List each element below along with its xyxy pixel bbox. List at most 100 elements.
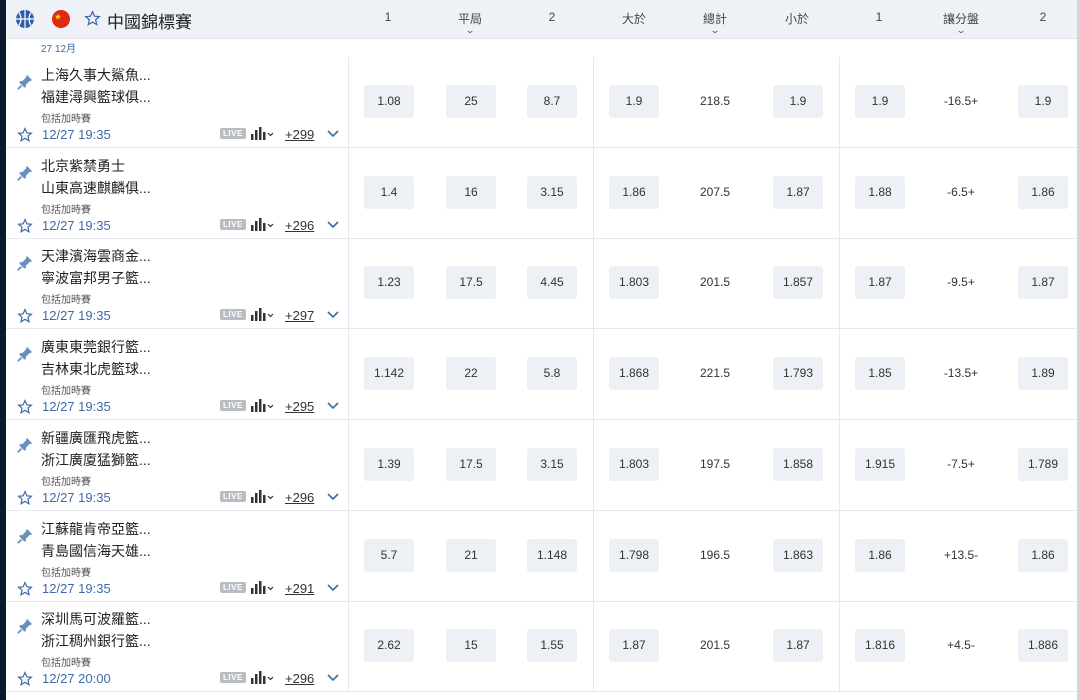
odds-button[interactable]: 1.142 <box>364 357 414 391</box>
pin-icon[interactable] <box>16 345 34 363</box>
home-team-name[interactable]: 天津濱海雲商金... <box>41 246 151 266</box>
pin-icon[interactable] <box>16 527 34 545</box>
odds-button[interactable]: 1.85 <box>855 357 905 391</box>
odds-button[interactable]: 1.55 <box>527 629 577 663</box>
favorite-star-icon[interactable] <box>17 671 33 687</box>
away-team-name[interactable]: 吉林東北虎籃球... <box>41 359 151 379</box>
stats-icon[interactable] <box>250 488 276 504</box>
favorite-star-icon[interactable] <box>17 308 33 324</box>
favorite-star-icon[interactable] <box>17 127 33 143</box>
stats-icon[interactable] <box>250 579 276 595</box>
more-markets-link[interactable]: +291 <box>285 581 314 596</box>
stats-icon[interactable] <box>250 669 276 685</box>
odds-button[interactable]: 1.4 <box>364 175 414 209</box>
favorite-star-icon[interactable] <box>17 399 33 415</box>
odds-button[interactable]: 1.803 <box>609 447 659 481</box>
odds-button[interactable]: 1.803 <box>609 266 659 300</box>
home-team-name[interactable]: 廣東東莞銀行籃... <box>41 337 151 357</box>
odds-button[interactable]: 1.88 <box>855 175 905 209</box>
odds-button[interactable]: 1.9 <box>609 85 659 118</box>
odds-button[interactable]: 1.9 <box>773 85 823 118</box>
away-team-name[interactable]: 山東高速麒麟俱... <box>41 178 151 198</box>
home-team-name[interactable]: 新疆廣匯飛虎籃... <box>41 428 151 448</box>
odds-button[interactable]: 1.08 <box>364 85 414 118</box>
odds-button[interactable]: 16 <box>446 175 496 209</box>
col-header-handicap[interactable]: 讓分盤 ⌄ <box>921 10 1001 35</box>
more-markets-link[interactable]: +297 <box>285 308 314 323</box>
odds-button[interactable]: 1.798 <box>609 538 659 572</box>
more-markets-link[interactable]: +296 <box>285 218 314 233</box>
more-markets-link[interactable]: +296 <box>285 671 314 686</box>
stats-icon[interactable] <box>250 125 276 141</box>
odds-button[interactable]: 1.858 <box>773 447 823 481</box>
away-team-name[interactable]: 寧波富邦男子籃... <box>41 268 151 288</box>
odds-button[interactable]: 5.7 <box>364 538 414 572</box>
odds-button[interactable]: 21 <box>446 538 496 572</box>
odds-button[interactable]: 1.886 <box>1018 629 1068 663</box>
odds-button[interactable]: 17.5 <box>446 447 496 481</box>
chevron-down-icon[interactable] <box>327 220 339 230</box>
stats-icon[interactable] <box>250 216 276 232</box>
favorite-star-icon[interactable] <box>17 580 33 597</box>
stats-icon[interactable] <box>250 397 276 413</box>
odds-button[interactable]: 1.87 <box>773 175 823 209</box>
odds-button[interactable]: 8.7 <box>527 85 577 118</box>
odds-button[interactable]: 3.15 <box>527 447 577 481</box>
odds-button[interactable]: 25 <box>446 85 496 118</box>
col-header-total[interactable]: 總計 ⌄ <box>675 10 755 35</box>
chevron-down-icon[interactable] <box>327 673 339 683</box>
odds-button[interactable]: 15 <box>446 629 496 663</box>
chevron-down-icon[interactable] <box>327 310 339 320</box>
away-team-name[interactable]: 福建潯興籃球俱... <box>41 87 151 107</box>
away-team-name[interactable]: 浙江稠州銀行籃... <box>41 631 151 651</box>
favorite-league-star-icon[interactable] <box>84 10 101 27</box>
home-team-name[interactable]: 北京紫禁勇士 <box>41 156 125 176</box>
odds-button[interactable]: 1.86 <box>1018 538 1068 572</box>
home-team-name[interactable]: 深圳馬可波羅籃... <box>41 609 151 629</box>
odds-button[interactable]: 1.86 <box>1018 175 1068 209</box>
chevron-down-icon[interactable] <box>327 129 339 139</box>
pin-icon[interactable] <box>16 73 34 91</box>
odds-button[interactable]: 22 <box>446 357 496 391</box>
odds-button[interactable]: 1.86 <box>855 538 905 572</box>
away-team-name[interactable]: 浙江廣廈猛獅籃... <box>41 450 151 470</box>
home-team-name[interactable]: 上海久事大鯊魚... <box>41 65 151 85</box>
odds-button[interactable]: 1.87 <box>773 629 823 663</box>
odds-button[interactable]: 1.9 <box>855 85 905 118</box>
chevron-down-icon[interactable] <box>327 492 339 502</box>
favorite-star-icon[interactable] <box>17 489 33 506</box>
pin-icon[interactable] <box>16 617 34 635</box>
odds-button[interactable]: 1.9 <box>1018 85 1068 118</box>
pin-icon[interactable] <box>16 436 34 454</box>
odds-button[interactable]: 1.915 <box>855 447 905 481</box>
odds-button[interactable]: 1.868 <box>609 357 659 391</box>
odds-button[interactable]: 1.863 <box>773 538 823 572</box>
odds-button[interactable]: 1.789 <box>1018 447 1068 481</box>
odds-button[interactable]: 1.816 <box>855 629 905 663</box>
stats-icon[interactable] <box>250 306 276 322</box>
odds-button[interactable]: 1.39 <box>364 447 414 481</box>
odds-button[interactable]: 1.23 <box>364 266 414 300</box>
odds-button[interactable]: 1.87 <box>609 629 659 663</box>
chevron-down-icon[interactable] <box>327 583 339 593</box>
chevron-down-icon[interactable] <box>327 401 339 411</box>
more-markets-link[interactable]: +295 <box>285 399 314 414</box>
odds-button[interactable]: 4.45 <box>527 266 577 300</box>
odds-button[interactable]: 1.87 <box>1018 266 1068 300</box>
odds-button[interactable]: 1.857 <box>773 266 823 300</box>
odds-button[interactable]: 3.15 <box>527 175 577 209</box>
odds-button[interactable]: 2.62 <box>364 629 414 663</box>
more-markets-link[interactable]: +299 <box>285 127 314 142</box>
pin-icon[interactable] <box>16 164 34 182</box>
col-header-draw[interactable]: 平局 ⌄ <box>430 10 510 35</box>
odds-button[interactable]: 17.5 <box>446 266 496 300</box>
odds-button[interactable]: 1.87 <box>855 266 905 300</box>
favorite-star-icon[interactable] <box>17 217 33 234</box>
odds-button[interactable]: 1.793 <box>773 357 823 391</box>
odds-button[interactable]: 1.89 <box>1018 357 1068 391</box>
more-markets-link[interactable]: +296 <box>285 490 314 505</box>
pin-icon[interactable] <box>16 254 34 272</box>
away-team-name[interactable]: 青島國信海天雄... <box>41 541 151 561</box>
odds-button[interactable]: 1.86 <box>609 175 659 209</box>
odds-button[interactable]: 1.148 <box>527 538 577 572</box>
